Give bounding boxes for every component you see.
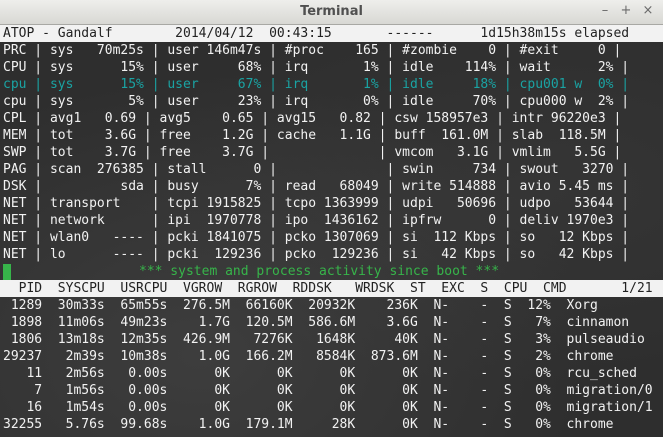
stat-row-net-lo: NET | lo ---- | pcki 129236 | pcko 12923… xyxy=(3,247,630,262)
activity-message: *** system and process activity since bo… xyxy=(139,264,500,279)
table-row[interactable]: 29237 2m39s 10m38s 1.0G 166.2M 8584K 873… xyxy=(3,348,613,365)
stat-row-net-wlan0: NET | wlan0 ---- | pcki 1841075 | pcko 1… xyxy=(3,230,630,245)
stat-row-cpu000: cpu | sys 5% | user 23% | irq 0% | idle … xyxy=(3,94,630,109)
title-bar[interactable]: Terminal – + × xyxy=(0,0,663,25)
window-title: Terminal xyxy=(300,4,363,19)
atop-header: ATOP - Gandalf 2014/04/12 00:43:15 -----… xyxy=(0,25,663,42)
stat-row-pag: PAG | scan 276385 | stall 0 | | swin 734… xyxy=(3,162,630,177)
stat-row-cpu001: cpu | sys 15% | user 67% | irq 1% | idle… xyxy=(3,77,630,92)
stat-row-cpl: CPL | avg1 0.69 | avg5 0.65 | avg15 0.82… xyxy=(3,111,622,126)
table-row[interactable]: 1898 11m06s 49m23s 1.7G 120.5M 586.6M 3.… xyxy=(3,314,629,331)
terminal-area[interactable]: ATOP - Gandalf 2014/04/12 00:43:15 -----… xyxy=(0,25,663,437)
terminal-window: Terminal – + × ATOP - Gandalf 2014/04/12… xyxy=(0,0,663,437)
stat-row-dsk: DSK | sda | busy 7% | read 68049 | write… xyxy=(3,179,630,194)
table-row[interactable]: 16 1m54s 0.00s 0K 0K 0K 0K N- - S 0% mig… xyxy=(3,399,652,416)
stat-row-cpu: CPU | sys 15% | user 68% | irq 1% | idle… xyxy=(3,60,630,75)
table-row[interactable]: 1289 30m33s 65m55s 276.5M 66160K 20932K … xyxy=(3,297,598,314)
cursor-block xyxy=(3,264,11,280)
process-table-header: PID SYSCPU USRCPU VGROW RGROW RDDSK WRDS… xyxy=(3,281,653,296)
table-row[interactable]: 7 1m56s 0.00s 0K 0K 0K 0K N- - S 0% migr… xyxy=(3,382,652,399)
maximize-icon[interactable]: + xyxy=(618,3,634,19)
stat-row-net-transport: NET | transport | tcpi 1915825 | tcpo 13… xyxy=(3,196,630,211)
close-icon[interactable]: × xyxy=(640,3,656,19)
stat-row-prc: PRC | sys 70m25s | user 146m47s | #proc … xyxy=(3,43,622,58)
table-row[interactable]: 32255 5.76s 99.68s 1.0G 179.1M 28K 0K N-… xyxy=(3,416,613,433)
stat-row-net-network: NET | network | ipi 1970778 | ipo 143616… xyxy=(3,213,630,228)
stat-row-swp: SWP | tot 3.7G | free 3.7G | | vmcom 3.1… xyxy=(3,145,622,160)
table-row[interactable]: 1806 13m18s 12m35s 426.9M 7276K 1648K 40… xyxy=(3,331,645,348)
stat-row-mem: MEM | tot 3.6G | free 1.2G | cache 1.1G … xyxy=(3,128,622,143)
table-row[interactable]: 11 2m56s 0.00s 0K 0K 0K 0K N- - S 0% rcu… xyxy=(3,365,637,382)
minimize-icon[interactable]: – xyxy=(597,3,613,19)
